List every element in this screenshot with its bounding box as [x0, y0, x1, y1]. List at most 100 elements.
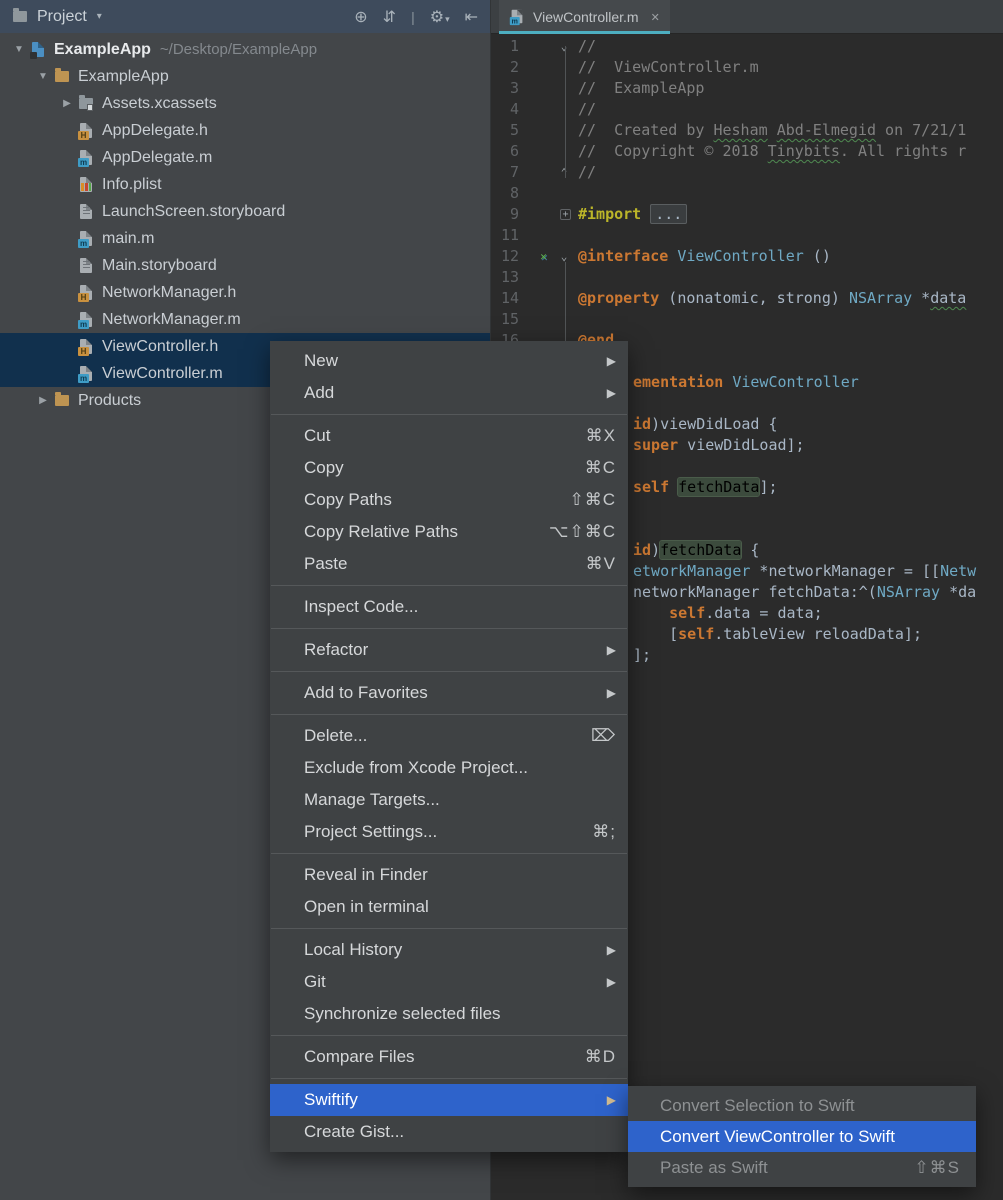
fold-range-line	[565, 262, 566, 342]
code-fragment: super viewDidLoad];	[633, 435, 805, 456]
menu-shortcut: ⌘D	[585, 1047, 616, 1067]
code-fragment: ];	[633, 645, 651, 666]
menu-item-label: Compare Files	[304, 1047, 415, 1067]
menu-item-reveal-in-finder[interactable]: Reveal in Finder	[270, 859, 628, 891]
tree-item-label: NetworkManager.m	[102, 311, 241, 329]
line-number: 3	[491, 78, 519, 99]
swiftify-submenu: Convert Selection to SwiftConvert ViewCo…	[628, 1086, 976, 1187]
tree-item-networkmanager-h[interactable]: HNetworkManager.h	[0, 279, 490, 306]
menu-item-copy[interactable]: Copy⌘C	[270, 452, 628, 484]
menu-shortcut: ⇧⌘S	[914, 1158, 960, 1178]
submenu-item-convert-viewcontroller-to-swift[interactable]: Convert ViewController to Swift	[628, 1121, 976, 1152]
menu-separator	[271, 414, 627, 415]
h-file-icon: H	[78, 123, 94, 139]
tree-item-networkmanager-m[interactable]: mNetworkManager.m	[0, 306, 490, 333]
menu-item-swiftify[interactable]: Swiftify▶	[270, 1084, 628, 1116]
expand-arrow-icon[interactable]: ▶	[32, 395, 54, 406]
menu-shortcut: ⇧⌘C	[569, 490, 616, 510]
menu-item-add[interactable]: Add▶	[270, 377, 628, 409]
menu-separator	[271, 928, 627, 929]
code-fragment: [self.tableView reloadData];	[633, 624, 922, 645]
tree-item-appdelegate-h[interactable]: H AppDelegate.h	[0, 117, 490, 144]
submenu-arrow-icon: ▶	[607, 686, 616, 700]
tree-item-label: main.m	[102, 230, 154, 248]
panel-toolbar: ⊕⇵|⚙▾⇤	[354, 7, 478, 27]
tree-item-main-m[interactable]: mmain.m	[0, 225, 490, 252]
fold-marker-icon[interactable]: ⌄	[557, 36, 571, 57]
menu-item-open-in-terminal[interactable]: Open in terminal	[270, 891, 628, 923]
menu-item-label: Refactor	[304, 640, 368, 660]
tree-item-exampleapp[interactable]: ▼ExampleApp~/Desktop/ExampleApp	[0, 36, 490, 63]
gear-icon[interactable]: ⚙▾	[430, 7, 450, 27]
line-number: 2	[491, 57, 519, 78]
expand-arrow-icon[interactable]: ▶	[56, 98, 78, 109]
fold-range-line	[565, 46, 566, 178]
tab-viewcontroller-m[interactable]: m ViewController.m ✕	[499, 0, 670, 34]
context-menu: New▶Add▶Cut⌘XCopy⌘CCopy Paths⇧⌘CCopy Rel…	[270, 341, 628, 1152]
menu-item-add-to-favorites[interactable]: Add to Favorites ▶	[270, 677, 628, 709]
menu-item-compare-files[interactable]: Compare Files ⌘D	[270, 1041, 628, 1073]
code-line: 9+#import ...	[491, 204, 1003, 225]
tree-item-appdelegate-m[interactable]: mAppDelegate.m	[0, 144, 490, 171]
implementation-mark-icon[interactable]: ✕	[537, 250, 550, 263]
menu-item-exclude-from-xcode-project[interactable]: Exclude from Xcode Project...	[270, 752, 628, 784]
m-file-icon: m	[78, 150, 94, 166]
menu-item-label: Paste	[304, 554, 347, 574]
locate-icon[interactable]: ⊕	[354, 7, 367, 27]
collapse-all-icon[interactable]: ⇵	[383, 7, 396, 27]
tree-item-main-storyboard[interactable]: Main.storyboard	[0, 252, 490, 279]
menu-item-label: Add to Favorites	[304, 683, 428, 703]
tree-item-info-plist[interactable]: Info.plist	[0, 171, 490, 198]
menu-item-cut[interactable]: Cut⌘X	[270, 420, 628, 452]
h-file-icon: H	[78, 339, 94, 355]
menu-item-new[interactable]: New▶	[270, 345, 628, 377]
fold-marker-icon[interactable]: +	[560, 209, 571, 220]
close-icon[interactable]: ✕	[651, 11, 660, 24]
m-file-icon: m	[78, 366, 94, 382]
menu-item-copy-paths[interactable]: Copy Paths⇧⌘C	[270, 484, 628, 516]
tree-item-label: LaunchScreen.storyboard	[102, 203, 285, 221]
hide-panel-icon[interactable]: ⇤	[465, 7, 478, 27]
submenu-arrow-icon: ▶	[607, 975, 616, 989]
menu-item-label: Local History	[304, 940, 402, 960]
menu-item-delete[interactable]: Delete...⌦	[270, 720, 628, 752]
tree-item-assets-xcassets[interactable]: ▶Assets.xcassets	[0, 90, 490, 117]
menu-item-label: Exclude from Xcode Project...	[304, 758, 528, 778]
menu-item-local-history[interactable]: Local History▶	[270, 934, 628, 966]
fold-marker-icon[interactable]: ⌄	[557, 246, 571, 267]
menu-item-git[interactable]: Git▶	[270, 966, 628, 998]
tree-item-launchscreen-storyboard[interactable]: LaunchScreen.storyboard	[0, 198, 490, 225]
menu-item-project-settings[interactable]: Project Settings...⌘;	[270, 816, 628, 848]
expand-arrow-icon[interactable]: ▼	[8, 44, 30, 55]
menu-item-create-gist[interactable]: Create Gist...	[270, 1116, 628, 1148]
menu-item-label: Copy	[304, 458, 344, 478]
code-fragment: self fetchData];	[633, 477, 778, 498]
storyboard-file-icon	[78, 258, 94, 274]
menu-item-inspect-code[interactable]: Inspect Code...	[270, 591, 628, 623]
panel-title[interactable]: Project	[37, 8, 87, 26]
chevron-down-icon: ▾	[445, 14, 450, 24]
fold-marker-icon[interactable]: ⌃	[557, 162, 571, 183]
tree-item-exampleapp[interactable]: ▼ ExampleApp	[0, 63, 490, 90]
tree-item-label: AppDelegate.h	[102, 122, 208, 140]
tree-item-label: ViewController.h	[102, 338, 218, 356]
tree-item-label: ExampleApp	[78, 68, 169, 86]
line-number: 9	[491, 204, 519, 225]
chevron-down-icon[interactable]: ▾	[97, 11, 102, 22]
expand-arrow-icon[interactable]: ▼	[32, 71, 54, 82]
project-folder-icon	[12, 9, 28, 25]
code-line: 11	[491, 225, 1003, 246]
menu-item-manage-targets[interactable]: Manage Targets...	[270, 784, 628, 816]
menu-item-refactor[interactable]: Refactor▶	[270, 634, 628, 666]
menu-item-label: Inspect Code...	[304, 597, 418, 617]
line-number: 1	[491, 36, 519, 57]
menu-item-label: Add	[304, 383, 334, 403]
tree-item-label: ViewController.m	[102, 365, 223, 383]
code-fragment: self.data = data;	[633, 603, 823, 624]
code-fragment: ementation ViewController	[633, 372, 859, 393]
menu-item-copy-relative-paths[interactable]: Copy Relative Paths⌥⇧⌘C	[270, 516, 628, 548]
menu-item-paste[interactable]: Paste⌘V	[270, 548, 628, 580]
menu-item-synchronize-selected-files[interactable]: Synchronize selected files	[270, 998, 628, 1030]
folder-icon	[54, 69, 70, 85]
submenu-arrow-icon: ▶	[607, 354, 616, 368]
